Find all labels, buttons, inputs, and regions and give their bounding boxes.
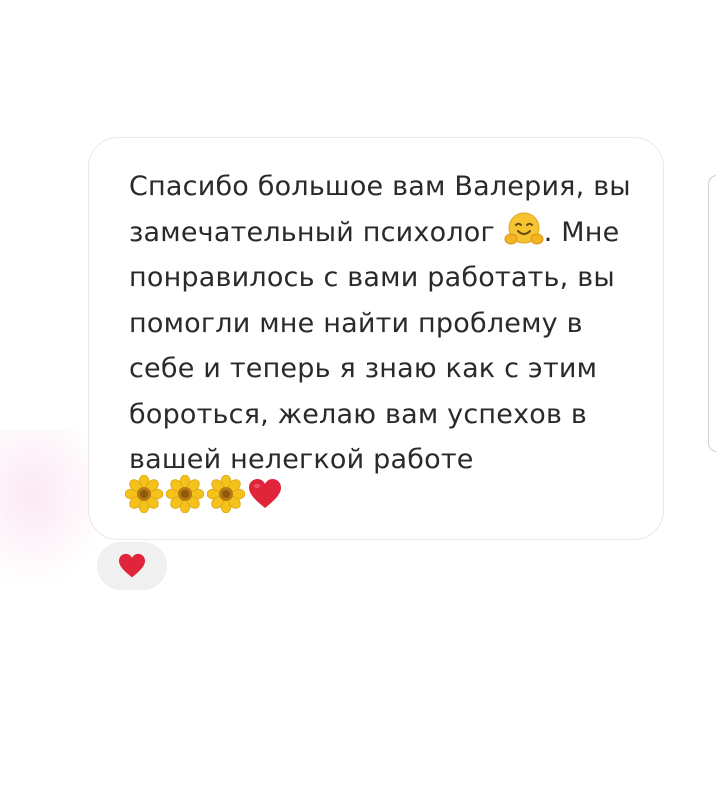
side-panel-edge [708, 175, 716, 452]
red-heart-icon [119, 553, 145, 578]
hugging-face-icon [504, 211, 544, 247]
sunflower-icon [206, 474, 246, 514]
emoji-row [124, 474, 282, 514]
message-text: Спасибо большое вам Валерия, вы замечате… [129, 164, 649, 483]
red-heart-icon [248, 478, 282, 510]
sunflower-icon [124, 474, 164, 514]
sunflower-icon [165, 474, 205, 514]
message-bubble[interactable]: Спасибо большое вам Валерия, вы замечате… [88, 137, 664, 540]
message-text-end: . Мне понравилось с вами работать, вы по… [129, 216, 620, 476]
heart-reaction-button[interactable] [96, 541, 168, 591]
